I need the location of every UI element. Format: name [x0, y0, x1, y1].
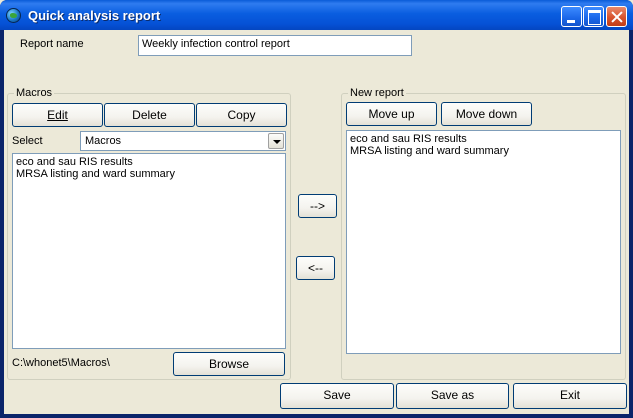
browse-button[interactable]: Browse [173, 352, 285, 376]
maximize-button[interactable] [583, 6, 604, 27]
report-name-label: Report name [20, 38, 84, 50]
macros-group-title: Macros [14, 87, 55, 99]
select-label: Select [12, 135, 43, 147]
list-item[interactable]: eco and sau RIS results [16, 156, 282, 168]
save-as-button-label: Save as [430, 388, 475, 402]
list-item[interactable]: MRSA listing and ward summary [16, 168, 282, 180]
macros-list[interactable]: eco and sau RIS results MRSA listing and… [12, 153, 286, 349]
copy-button[interactable]: Copy [196, 103, 287, 127]
save-as-button[interactable]: Save as [396, 383, 509, 409]
move-up-button[interactable]: Move up [346, 102, 437, 126]
add-to-report-label: --> [310, 199, 325, 213]
macros-path: C:\whonet5\Macros\ [12, 357, 110, 369]
chevron-down-icon[interactable] [268, 133, 284, 149]
move-down-button[interactable]: Move down [441, 102, 532, 126]
close-button[interactable] [606, 6, 627, 27]
edit-button-label: Edit [47, 108, 68, 122]
list-item[interactable]: eco and sau RIS results [350, 133, 617, 145]
new-report-list[interactable]: eco and sau RIS results MRSA listing and… [346, 130, 621, 354]
title-bar[interactable]: Quick analysis report [0, 0, 633, 30]
exit-button[interactable]: Exit [513, 383, 627, 409]
minimize-button[interactable] [561, 6, 582, 27]
add-to-report-button[interactable]: --> [298, 194, 337, 218]
list-item[interactable]: MRSA listing and ward summary [350, 145, 617, 157]
remove-from-report-label: <-- [308, 261, 323, 275]
browse-button-label: Browse [208, 357, 249, 371]
delete-button-label: Delete [132, 108, 167, 122]
edit-button[interactable]: Edit [12, 103, 103, 127]
quick-analysis-window: Quick analysis report Report name Weekly… [0, 0, 633, 418]
remove-from-report-button[interactable]: <-- [296, 256, 335, 280]
globe-icon [6, 8, 21, 23]
move-up-button-label: Move up [368, 107, 415, 121]
move-down-button-label: Move down [455, 107, 518, 121]
window-title: Quick analysis report [28, 8, 161, 23]
copy-button-label: Copy [227, 108, 256, 122]
new-report-group-title: New report [348, 87, 406, 99]
save-button[interactable]: Save [280, 383, 394, 409]
macro-select-value: Macros [85, 135, 122, 147]
exit-button-label: Exit [559, 388, 580, 402]
report-name-field[interactable]: Weekly infection control report [138, 35, 412, 56]
save-button-label: Save [323, 388, 351, 402]
macro-select[interactable]: Macros [80, 131, 286, 151]
dialog-body: Report name Weekly infection control rep… [4, 30, 629, 414]
delete-button[interactable]: Delete [104, 103, 195, 127]
